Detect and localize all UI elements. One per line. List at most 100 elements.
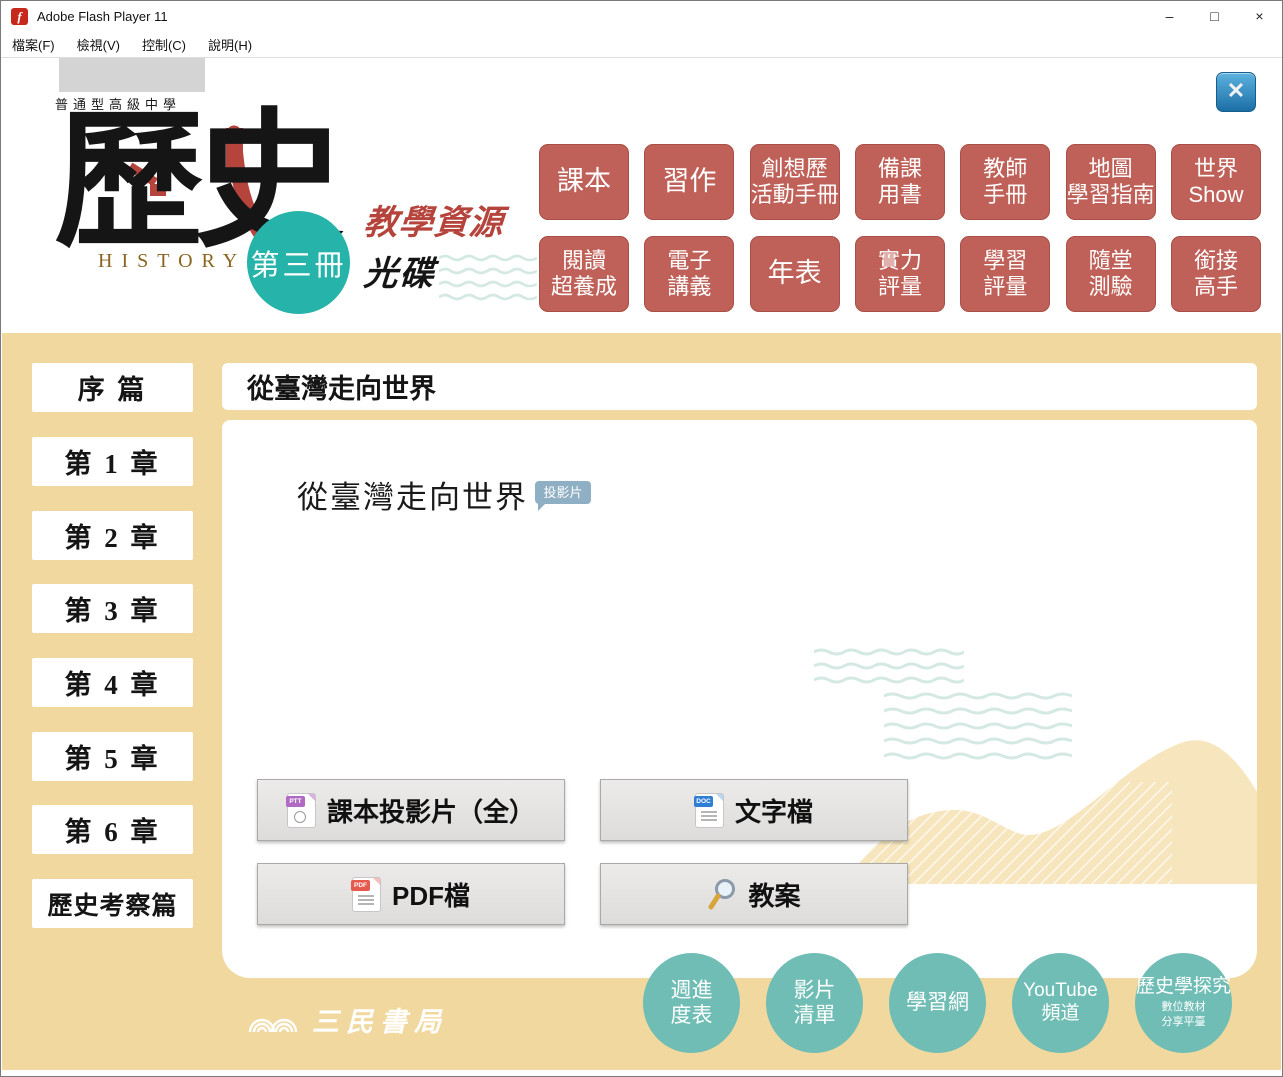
resource-label: 活動手冊 <box>751 182 839 208</box>
resource-label: 隨堂 <box>1089 248 1133 274</box>
resource-button-ability-test[interactable]: 實力評量 <box>855 236 945 312</box>
ppt-icon-label: PTT <box>286 796 305 807</box>
resource-label: 年表 <box>768 258 822 290</box>
flash-stage: 普通型高級中學 ✕ 歷史 HISTORY 第三冊 教學資源 光碟 課本 <box>2 58 1281 1070</box>
page-title-subject-en: HISTORY <box>98 250 246 273</box>
circle-label: 清單 <box>794 1003 836 1028</box>
sidebar-item-chapter5[interactable]: 第 5 章 <box>32 732 193 781</box>
circle-label: 度表 <box>671 1003 713 1028</box>
circle-label: 歷史學探究 <box>1136 976 1231 999</box>
resource-label: 地圖 <box>1089 156 1133 182</box>
sidebar-item-chapter6[interactable]: 第 6 章 <box>32 805 193 854</box>
resource-button-workbook[interactable]: 習作 <box>644 144 734 220</box>
resource-button-learning-test[interactable]: 學習評量 <box>960 236 1050 312</box>
menu-help[interactable]: 說明(H) <box>197 35 263 54</box>
resource-label: 學習 <box>983 248 1027 274</box>
tagline-resources: 教學資源 <box>362 195 505 244</box>
resource-label: 閱讀 <box>562 248 606 274</box>
resource-label: 評量 <box>983 274 1027 300</box>
app-close-button[interactable]: ✕ <box>1216 72 1256 112</box>
resource-label: 備課 <box>878 156 922 182</box>
circle-sublabel: 數位教材 <box>1162 1001 1206 1015</box>
resource-grid-row2: 閱讀超養成 電子講義 年表 實力評量 學習評量 隨堂測驗 銜接高手 <box>539 236 1261 312</box>
title-bar: f Adobe Flash Player 11 – □ × <box>1 1 1282 31</box>
school-logo-placeholder <box>59 58 205 92</box>
text-file-button[interactable]: DOC 文字檔 <box>600 779 908 841</box>
magnifier-icon <box>707 878 737 911</box>
resource-button-map-guide[interactable]: 地圖學習指南 <box>1066 144 1156 220</box>
resource-label: 創想歷 <box>762 156 828 182</box>
circle-label: 影片 <box>794 978 836 1003</box>
sidebar-item-chapter4[interactable]: 第 4 章 <box>32 658 193 707</box>
publisher-name: 三民書局 <box>312 1000 448 1039</box>
resource-button-lesson-prep[interactable]: 備課用書 <box>855 144 945 220</box>
publisher-arches-icon <box>248 1007 304 1033</box>
section-title: 從臺灣走向世界 <box>297 472 528 517</box>
sidebar-item-field-study[interactable]: 歷史考察篇 <box>32 879 193 928</box>
resource-label: 銜接 <box>1194 248 1238 274</box>
sidebar-item-preface[interactable]: 序 篇 <box>32 363 193 412</box>
resource-label: 手冊 <box>983 182 1027 208</box>
resource-label: 學習指南 <box>1067 182 1155 208</box>
circle-history-inquiry[interactable]: 歷史學探究 數位教材 分享平臺 <box>1135 953 1232 1053</box>
resource-label: 世界 <box>1194 156 1238 182</box>
file-button-label: 教案 <box>748 876 800 913</box>
circle-learning-site[interactable]: 學習網 <box>889 953 986 1053</box>
circle-label: 週進 <box>671 978 713 1003</box>
circle-weekly-schedule[interactable]: 週進 度表 <box>643 953 740 1053</box>
resource-button-world-show[interactable]: 世界Show <box>1171 144 1261 220</box>
circle-label: YouTube <box>1023 980 1098 1003</box>
resource-button-textbook[interactable]: 課本 <box>539 144 629 220</box>
resource-label: 超養成 <box>551 274 617 300</box>
resource-label: 用書 <box>878 182 922 208</box>
menu-view[interactable]: 檢視(V) <box>66 35 131 54</box>
ppt-file-icon: PTT <box>287 793 316 828</box>
menu-bar: 檔案(F) 檢視(V) 控制(C) 說明(H) <box>1 31 1282 58</box>
resource-button-e-lecture[interactable]: 電子講義 <box>644 236 734 312</box>
sidebar-item-chapter2[interactable]: 第 2 章 <box>32 511 193 560</box>
menu-control[interactable]: 控制(C) <box>131 35 197 54</box>
doc-file-icon: DOC <box>695 793 724 828</box>
menu-file[interactable]: 檔案(F) <box>1 35 66 54</box>
resource-button-bridging[interactable]: 銜接高手 <box>1171 236 1261 312</box>
resource-button-reading[interactable]: 閱讀超養成 <box>539 236 629 312</box>
resource-grid-row1: 課本 習作 創想歷活動手冊 備課用書 教師手冊 地圖學習指南 世界Show <box>539 144 1261 220</box>
resource-label: 教師 <box>983 156 1027 182</box>
wave-decoration-header <box>439 254 537 304</box>
volume-badge: 第三冊 <box>247 211 350 314</box>
file-button-label: PDF檔 <box>392 876 470 913</box>
pdf-file-button[interactable]: PDF PDF檔 <box>257 863 565 925</box>
publisher-logo: 三民書局 <box>248 1000 448 1039</box>
close-button[interactable]: × <box>1237 1 1282 31</box>
circle-sublabel: 分享平臺 <box>1162 1016 1206 1030</box>
flash-icon: f <box>11 8 28 25</box>
slides-badge: 投影片 <box>535 481 591 504</box>
resource-label: 課本 <box>557 166 611 198</box>
sidebar-item-chapter1[interactable]: 第 1 章 <box>32 437 193 486</box>
circle-youtube-channel[interactable]: YouTube 頻道 <box>1012 953 1109 1053</box>
resource-button-activity-manual[interactable]: 創想歷活動手冊 <box>750 144 840 220</box>
lesson-plan-button[interactable]: 教案 <box>600 863 908 925</box>
resource-label: 評量 <box>878 274 922 300</box>
slides-all-button[interactable]: PTT 課本投影片（全） <box>257 779 565 841</box>
resource-label: 高手 <box>1194 274 1238 300</box>
pdf-icon-label: PDF <box>351 880 370 891</box>
circle-label: 學習網 <box>906 990 969 1015</box>
sidebar-item-chapter3[interactable]: 第 3 章 <box>32 584 193 633</box>
resource-label: 測驗 <box>1089 274 1133 300</box>
tagline-disc: 光碟 <box>362 246 437 295</box>
resource-label: 電子 <box>667 248 711 274</box>
resource-label: 習作 <box>662 166 716 198</box>
maximize-button[interactable]: □ <box>1192 1 1237 31</box>
minimize-button[interactable]: – <box>1147 1 1192 31</box>
resource-button-quiz[interactable]: 隨堂測驗 <box>1066 236 1156 312</box>
circle-video-list[interactable]: 影片 清單 <box>766 953 863 1053</box>
wave-decoration-panel-1 <box>814 648 964 690</box>
window-title: Adobe Flash Player 11 <box>37 9 168 24</box>
resource-button-teacher-manual[interactable]: 教師手冊 <box>960 144 1050 220</box>
doc-icon-label: DOC <box>694 796 713 807</box>
content-panel: 從臺灣走向世界 投影片 <box>222 420 1257 978</box>
content-header-title: 從臺灣走向世界 <box>222 363 1257 410</box>
circle-label: 頻道 <box>1041 1003 1079 1026</box>
resource-button-timeline[interactable]: 年表 <box>750 236 840 312</box>
